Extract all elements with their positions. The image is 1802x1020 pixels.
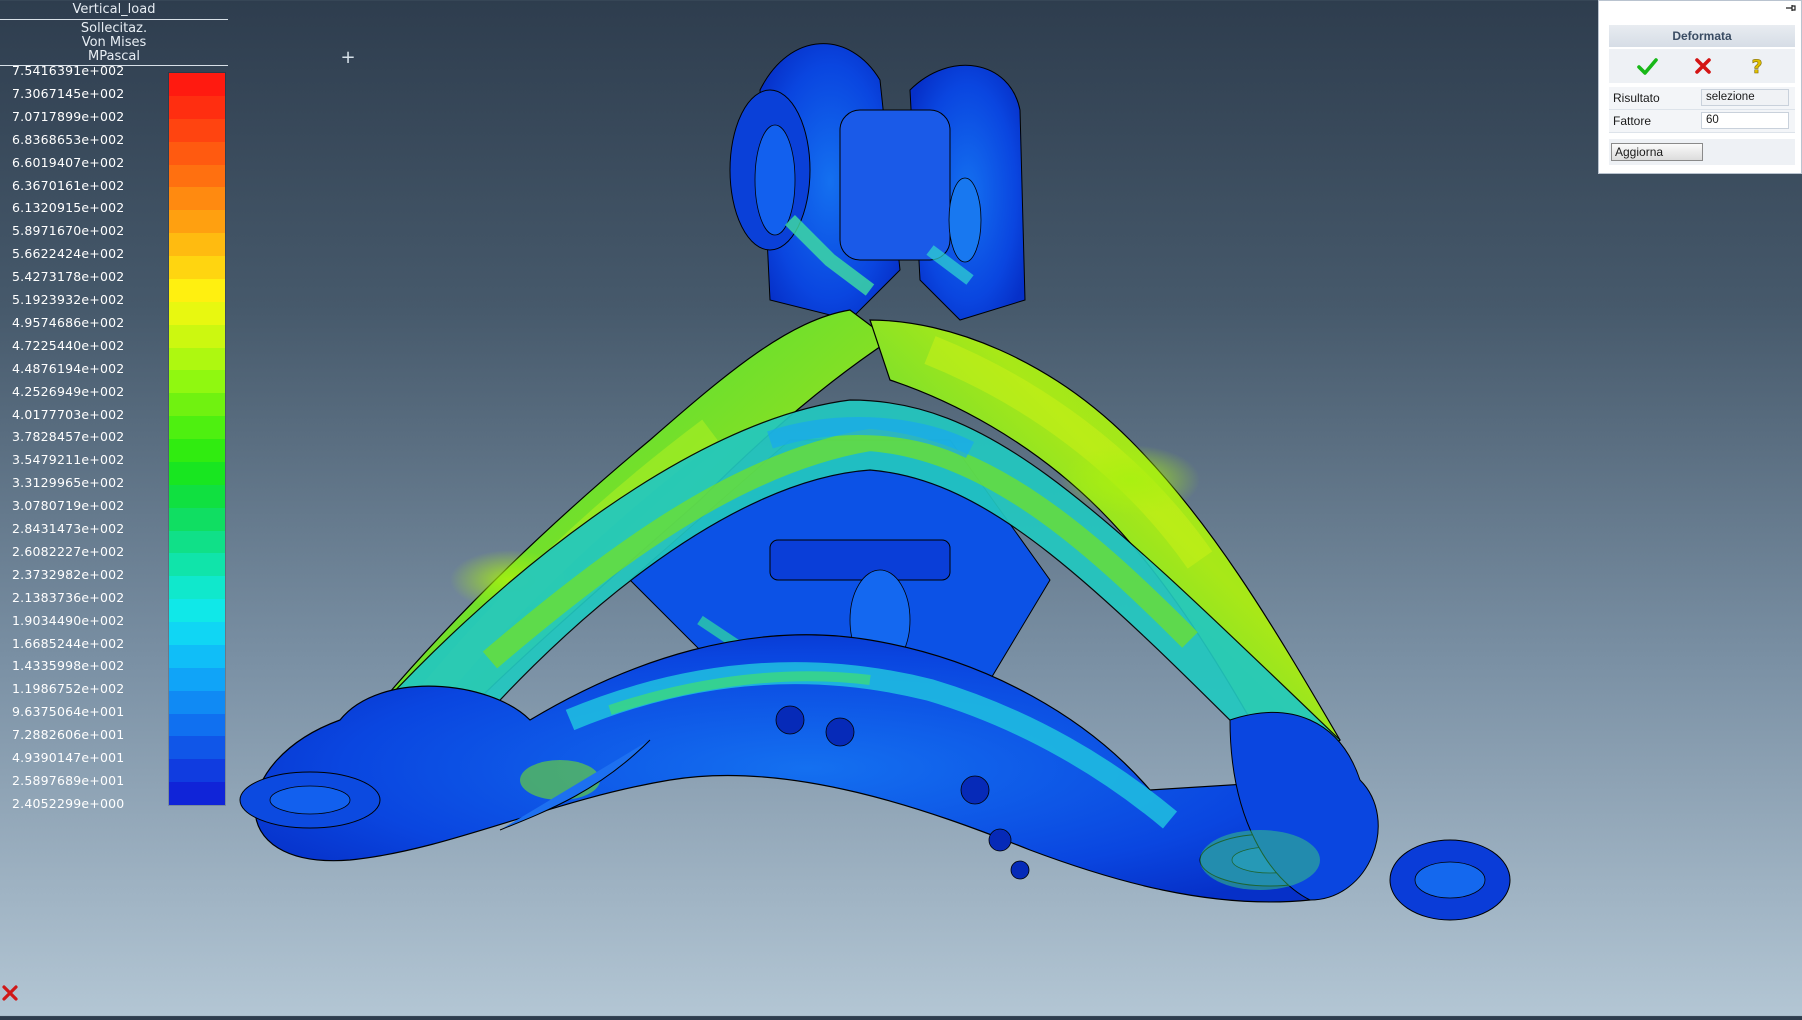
- colorbar-segment: [169, 370, 225, 394]
- close-icon[interactable]: [1, 984, 19, 1002]
- colorbar-segment: [169, 759, 225, 783]
- legend-value-label: 2.5897689e+001: [12, 772, 125, 788]
- colorbar-segment: [169, 301, 225, 325]
- colorbar-segment: [169, 164, 225, 188]
- colorbar-segment: [169, 530, 225, 554]
- legend-value-label: 1.9034490e+002: [12, 612, 125, 628]
- factor-row: Fattore 60: [1609, 110, 1795, 133]
- colorbar-segment: [169, 553, 225, 577]
- legend-value-label: 1.4335998e+002: [12, 658, 125, 674]
- colorbar-segment: [169, 256, 225, 279]
- colorbar-segment: [169, 736, 225, 760]
- legend-value-label: 7.2882606e+001: [12, 727, 125, 743]
- load-case-title: Vertical_load: [72, 2, 156, 17]
- update-button[interactable]: Aggiorna: [1611, 143, 1703, 161]
- legend-value-label: 3.0780719e+002: [12, 498, 125, 514]
- colorbar-segment: [169, 95, 225, 119]
- legend-value-label: 5.6622424e+002: [12, 246, 125, 262]
- legend-value-label: 7.3067145e+002: [12, 85, 125, 101]
- update-bar: Aggiorna: [1609, 139, 1795, 165]
- colorbar-segment: [169, 439, 225, 462]
- legend-value-label: 6.6019407e+002: [12, 154, 125, 170]
- dialog-action-bar: ?: [1609, 49, 1795, 83]
- dialog-form: Risultato selezione Fattore 60: [1609, 87, 1795, 133]
- fem-model-viewport[interactable]: [230, 20, 1590, 1016]
- legend-value-label: 2.1383736e+002: [12, 589, 125, 605]
- legend-value-label: 9.6375064e+001: [12, 704, 125, 720]
- legend-value-label: 5.1923932e+002: [12, 292, 125, 307]
- legend-value-label: 4.7225440e+002: [12, 337, 125, 353]
- colorbar-segment: [169, 622, 225, 645]
- colorbar-segment: [169, 233, 225, 256]
- colorbar-segment: [169, 324, 225, 348]
- colorbar-segment: [169, 278, 225, 302]
- cancel-x-icon[interactable]: [1691, 54, 1715, 78]
- colorbar-segment: [169, 599, 225, 622]
- help-question-icon[interactable]: ?: [1745, 54, 1769, 79]
- result-quantity-line1: Sollecitaz.: [80, 21, 148, 36]
- legend-value-label: 5.4273178e+002: [12, 269, 125, 285]
- legend-value-label: 4.0177703e+002: [12, 406, 125, 422]
- result-quantity-line2: Von Mises: [81, 35, 147, 50]
- colorbar-segment: [169, 576, 225, 600]
- dialog-title: Deformata: [1609, 25, 1795, 47]
- svg-text:?: ?: [1751, 56, 1762, 78]
- legend-header: Vertical_load Sollecitaz. Von Mises MPas…: [0, 0, 228, 66]
- colorbar-segment: [169, 713, 225, 737]
- legend-value-label: 6.1320915e+002: [12, 200, 125, 216]
- colorbar-segment: [169, 141, 225, 165]
- legend-value-label: 4.9390147e+001: [12, 750, 125, 765]
- result-label: Risultato: [1613, 91, 1660, 105]
- legend-value-label: 4.4876194e+002: [12, 360, 125, 376]
- colorbar-segment: [169, 644, 225, 668]
- stress-colorbar: [168, 72, 226, 806]
- confirm-checkmark-icon[interactable]: [1635, 54, 1659, 78]
- legend-value-label: 7.0717899e+002: [12, 108, 125, 124]
- factor-input[interactable]: 60: [1701, 112, 1789, 129]
- colorbar-segment: [169, 667, 225, 691]
- colorbar-segment: [169, 690, 225, 714]
- legend-value-label: 2.8431473e+002: [12, 521, 125, 536]
- result-unit: MPascal: [88, 49, 140, 64]
- legend-value-label: 1.6685244e+002: [12, 635, 125, 651]
- legend-value-label: 6.3670161e+002: [12, 177, 125, 193]
- legend-value-label: 4.9574686e+002: [12, 314, 125, 330]
- factor-label: Fattore: [1613, 114, 1652, 128]
- legend-value-label: 3.3129965e+002: [12, 475, 125, 491]
- pin-icon[interactable]: [1785, 3, 1797, 13]
- legend-value-label: 2.3732982e+002: [12, 566, 125, 582]
- colorbar-segment: [169, 782, 225, 805]
- result-row: Risultato selezione: [1609, 87, 1795, 110]
- colorbar-segment: [169, 73, 225, 96]
- colorbar-segment: [169, 461, 225, 485]
- colorbar-segment: [169, 507, 225, 531]
- colorbar-segment: [169, 416, 225, 439]
- colorbar-segment: [169, 187, 225, 211]
- legend-value-label: 5.8971670e+002: [12, 223, 125, 239]
- colorbar-segment: [169, 393, 225, 417]
- legend-value-label: 3.7828457e+002: [12, 429, 125, 445]
- legend-value-label: 4.2526949e+002: [12, 383, 125, 399]
- legend-value-label: 2.6082227e+002: [12, 543, 125, 559]
- colorbar-segment: [169, 484, 225, 508]
- deformation-dialog: Deformata ? Risultato selezione Fattore …: [1598, 0, 1802, 174]
- legend-value-label: 3.5479211e+002: [12, 452, 125, 468]
- result-select[interactable]: selezione: [1701, 89, 1789, 106]
- legend-value-label: 1.1986752e+002: [12, 681, 125, 697]
- legend-divider-top: [0, 19, 228, 20]
- legend-value-label: 7.5416391e+002: [12, 63, 125, 78]
- legend-value-label: 2.4052299e+000: [12, 795, 125, 811]
- top-clevis: [729, 43, 1026, 321]
- colorbar-segment: [169, 118, 225, 142]
- colorbar-segment: [169, 210, 225, 234]
- legend-value-label: 6.8368653e+002: [12, 131, 125, 147]
- colorbar-segment: [169, 347, 225, 371]
